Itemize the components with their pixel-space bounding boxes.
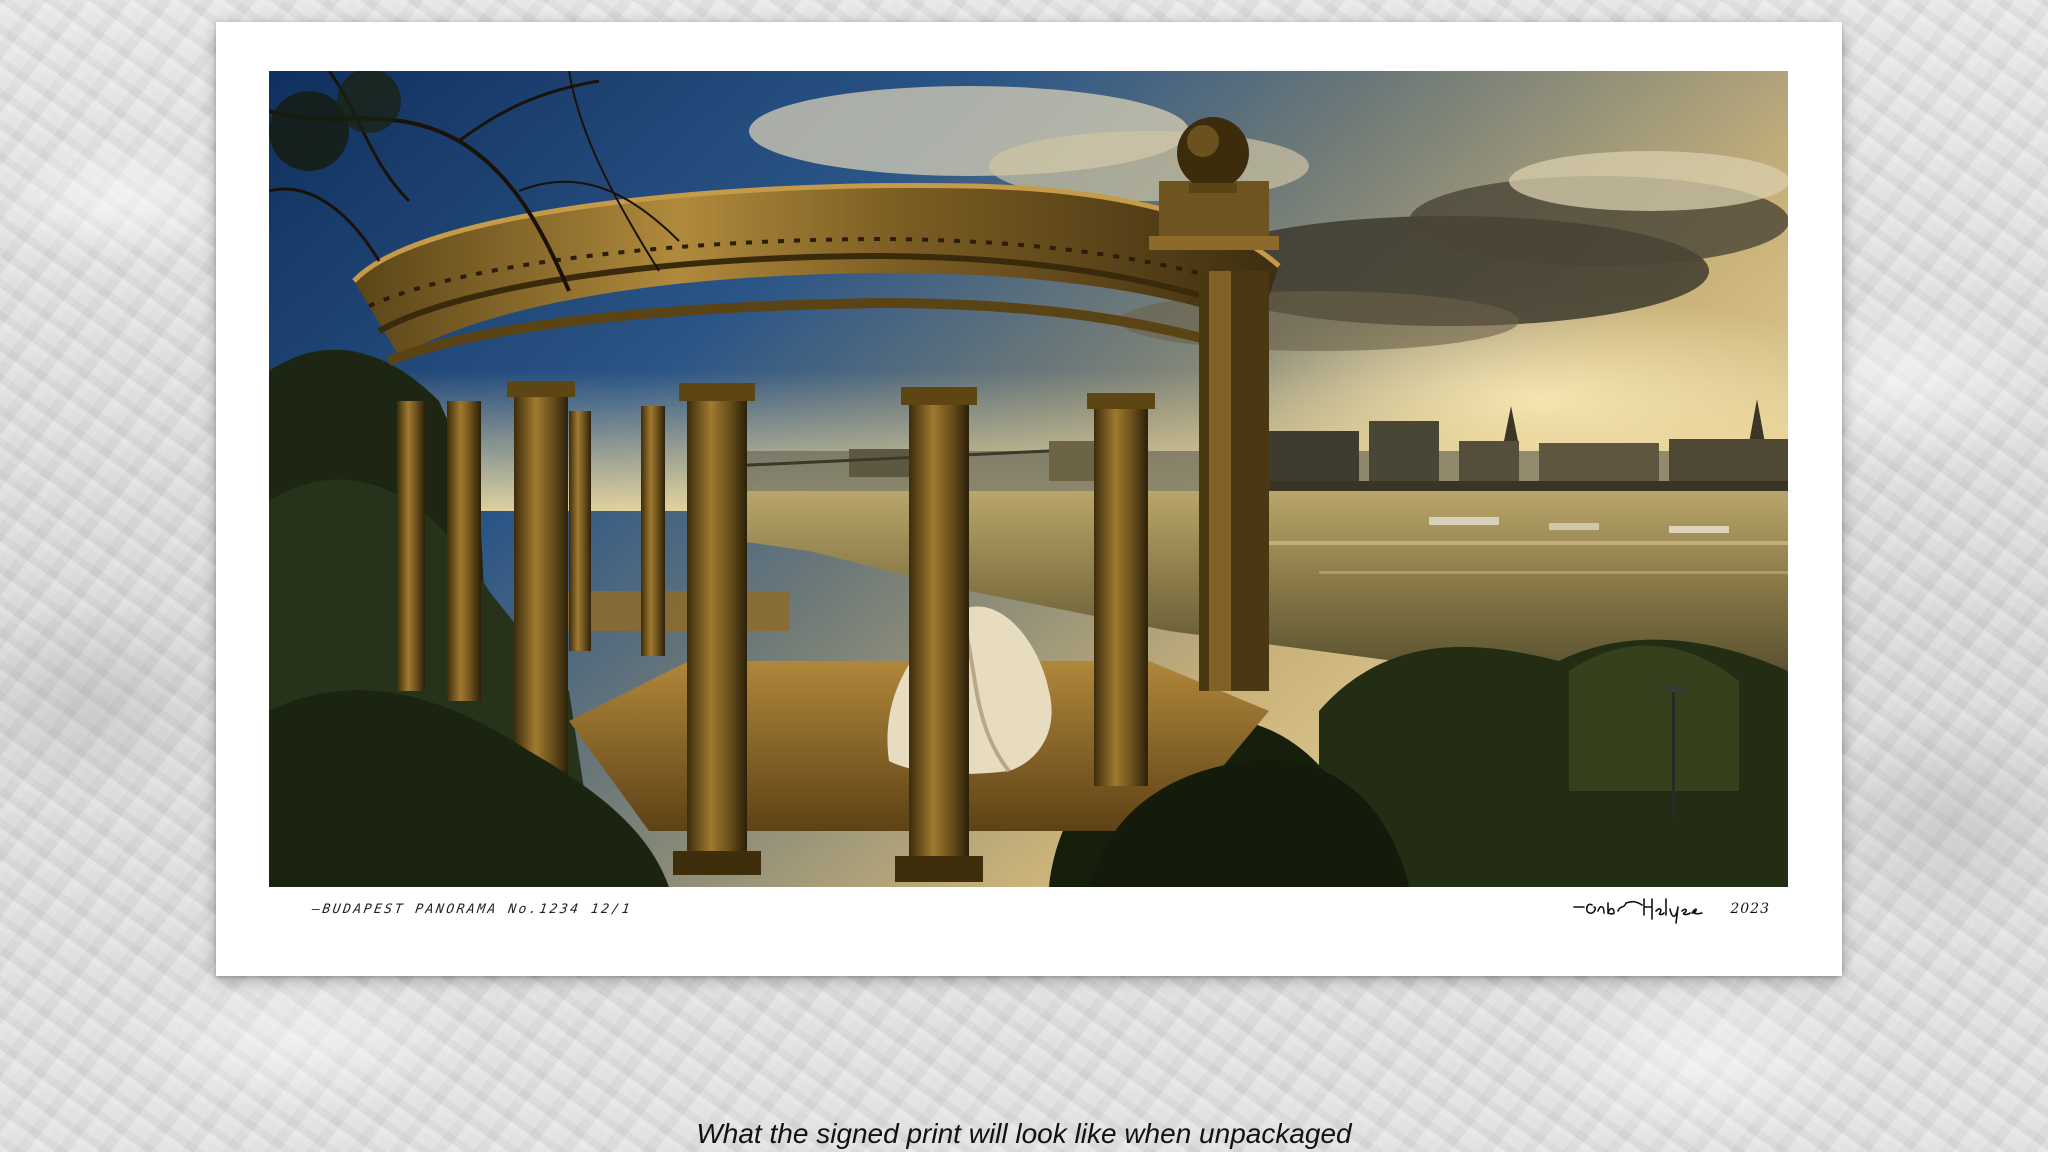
signature-scribble [1573,898,1703,924]
image-caption: What the signed print will look like whe… [696,1118,1352,1149]
budapest-gazebo-photo [269,71,1788,887]
signed-print-sheet: —BUDAPEST PANORAMA No.1234 12/1 2023 [216,22,1842,976]
signature-year: 2023 [1730,901,1770,917]
artist-signature: 2023 [1572,895,1772,927]
print-inscription: —BUDAPEST PANORAMA No.1234 12/1 [310,902,634,917]
panorama-photograph [269,71,1788,887]
